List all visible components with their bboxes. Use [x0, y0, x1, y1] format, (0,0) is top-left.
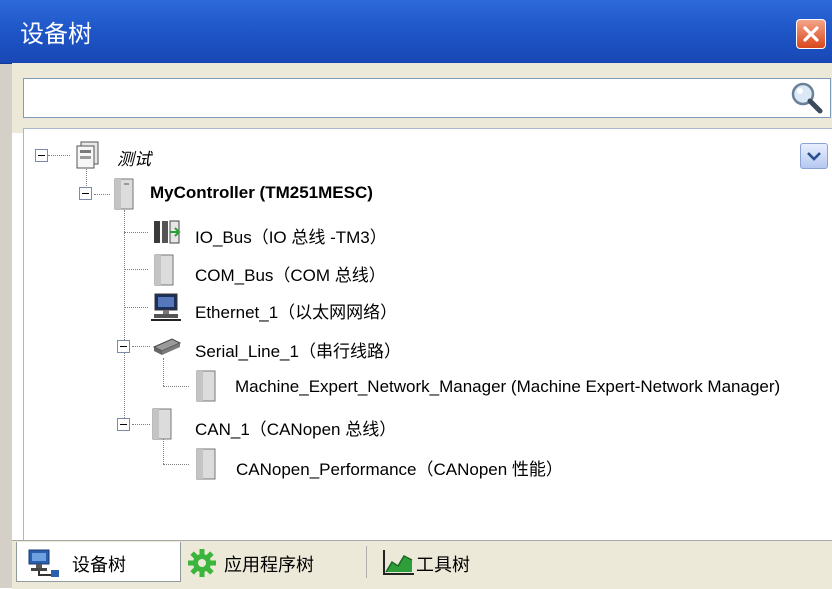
window-title: 设备树	[20, 20, 92, 48]
chevron-down-icon	[807, 152, 821, 161]
tab-label: 应用程序树	[224, 555, 314, 576]
tree-node-can[interactable]: CAN_1（CANopen 总线）	[195, 415, 396, 440]
tab-label: 工具树	[416, 555, 470, 576]
device-icon	[196, 448, 216, 480]
title-bar[interactable]: 设备树	[0, 0, 832, 64]
gear-icon	[188, 549, 216, 577]
tree-connector	[163, 464, 189, 465]
tree-connector	[124, 269, 148, 270]
tree-connector	[163, 358, 164, 386]
tree-node-root[interactable]: 测试	[117, 145, 151, 170]
tab-label: 设备树	[72, 555, 126, 576]
tree-connector	[163, 386, 189, 387]
collapse-toggle[interactable]	[117, 340, 130, 353]
project-icon	[76, 141, 99, 169]
serial-line-icon	[152, 338, 182, 355]
tree-node-ethernet[interactable]: Ethernet_1（以太网网络）	[195, 298, 397, 323]
tab-separator	[366, 546, 367, 578]
close-button[interactable]	[796, 19, 826, 49]
search-input[interactable]	[23, 78, 831, 118]
tab-device-tree[interactable]: 设备树	[16, 542, 181, 582]
tree-connector	[124, 210, 125, 420]
collapse-toggle[interactable]	[35, 149, 48, 162]
network-icon	[151, 293, 181, 321]
tree-connector	[124, 232, 148, 233]
search-button[interactable]	[786, 80, 826, 116]
tree-connector	[124, 307, 148, 308]
close-icon	[803, 26, 819, 42]
chart-tool-icon	[383, 550, 414, 575]
can-bus-icon	[152, 408, 172, 440]
tree-connector	[132, 346, 150, 347]
tree-connector	[163, 436, 164, 464]
tree-options-dropdown[interactable]	[800, 143, 828, 169]
collapse-toggle[interactable]	[117, 418, 130, 431]
tab-application-tree[interactable]: 应用程序树	[184, 542, 364, 582]
io-bus-icon	[154, 220, 181, 244]
tree-connector	[132, 424, 150, 425]
tree-node-network-manager[interactable]: Machine_Expert_Network_Manager (Machine …	[235, 377, 780, 397]
tree-node-com-bus[interactable]: COM_Bus（COM 总线）	[195, 261, 386, 286]
device-tree-window: 设备树 测试 MyController (TM251MESC) IO_Bus（I…	[0, 0, 832, 589]
tree-node-canopen-performance[interactable]: CANopen_Performance（CANopen 性能）	[236, 455, 563, 480]
tree-connector	[48, 155, 70, 156]
search-icon	[791, 82, 823, 114]
tree-connector	[94, 194, 110, 195]
tab-tools-tree[interactable]: 工具树	[372, 542, 532, 582]
device-icon	[196, 370, 216, 402]
device-tree-icon	[28, 549, 59, 577]
com-bus-icon	[154, 254, 174, 286]
collapse-toggle[interactable]	[79, 187, 92, 200]
tree-node-serial-line[interactable]: Serial_Line_1（串行线路）	[195, 337, 401, 362]
tree-node-io-bus[interactable]: IO_Bus（IO 总线 -TM3）	[195, 223, 387, 248]
controller-icon	[114, 178, 134, 210]
tree-node-controller[interactable]: MyController (TM251MESC)	[150, 183, 373, 203]
